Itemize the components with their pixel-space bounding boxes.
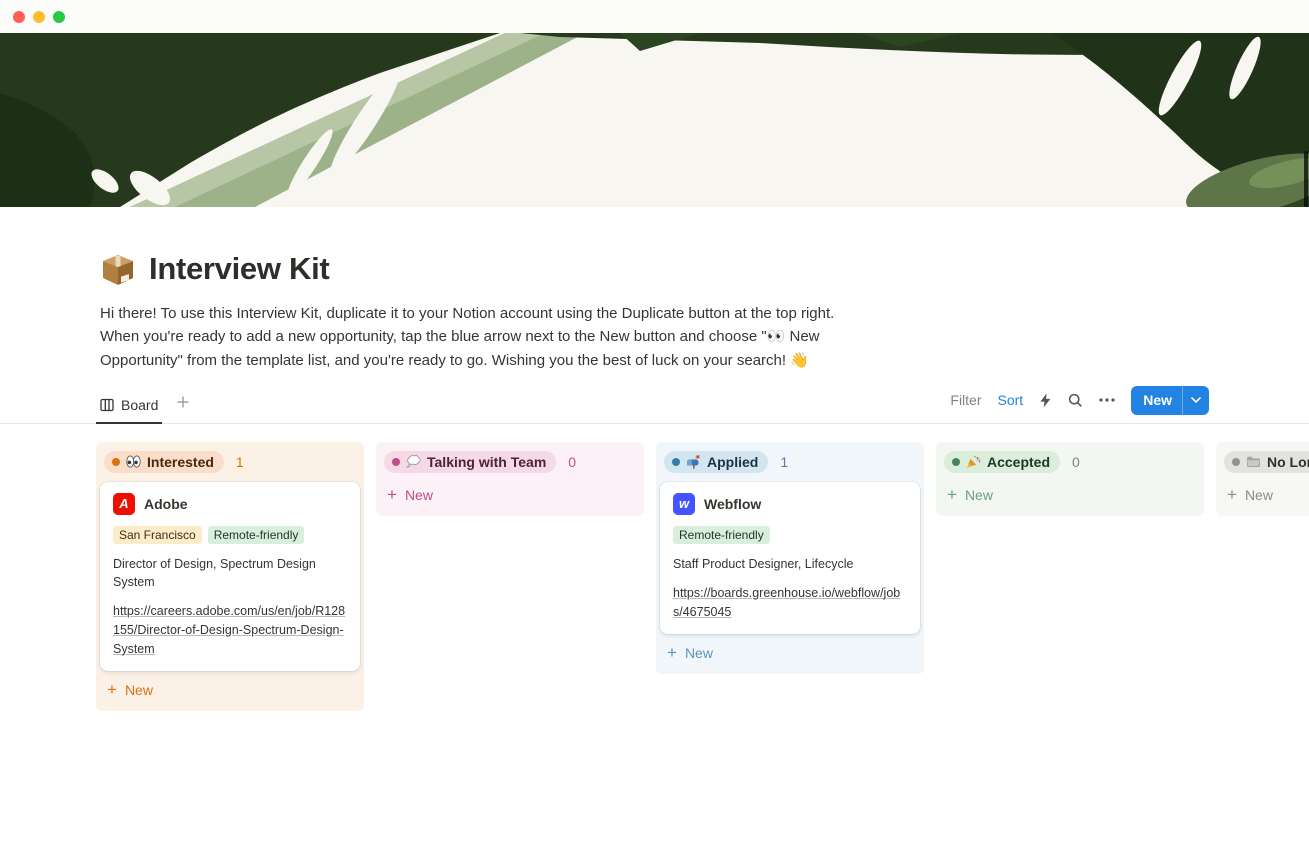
add-card-label: New (685, 645, 713, 661)
minimize-window-button[interactable] (33, 11, 45, 23)
filter-button[interactable]: Filter (950, 392, 981, 408)
column-label: No Lon (1267, 454, 1309, 470)
column-header: Talking with Team 0 (376, 442, 644, 478)
close-window-button[interactable] (13, 11, 25, 23)
column-count: 1 (780, 454, 788, 470)
tag: San Francisco (113, 526, 202, 544)
status-dot (1232, 458, 1240, 466)
column-status-pill[interactable]: Applied (664, 451, 768, 473)
opportunity-card[interactable]: A Adobe San Francisco Remote-friendly Direct… (100, 482, 360, 672)
status-dot (672, 458, 680, 466)
opportunity-card[interactable]: w Webflow Remote-friendly Staff Product Des… (660, 482, 920, 635)
add-card-label: New (965, 487, 993, 503)
plus-icon: + (947, 486, 957, 503)
column-status-pill[interactable]: Talking with Team (384, 451, 556, 473)
company-logo-icon: A (113, 493, 135, 515)
leaf-cover-graphic (0, 33, 1309, 207)
add-card-button[interactable]: + New (936, 478, 1204, 514)
tag: Remote-friendly (673, 526, 770, 544)
column-label: Talking with Team (427, 454, 546, 470)
page-cover-image (0, 33, 1309, 207)
automation-bolt-icon[interactable] (1039, 393, 1052, 408)
column-status-pill[interactable]: Accepted (944, 451, 1060, 473)
column-header: Accepted 0 (936, 442, 1204, 478)
tag-list: San Francisco Remote-friendly (113, 526, 347, 544)
board: Interested 1 A Adobe San Francisco Remote-fri… (0, 442, 1309, 712)
status-dot (112, 458, 120, 466)
column-header: No Lon (1216, 442, 1309, 478)
add-card-button[interactable]: + New (96, 673, 364, 709)
plus-icon: + (667, 644, 677, 661)
board-column: Applied 1 w Webflow Remote-friendly Staff Pro… (656, 442, 924, 675)
scrollbar-thumb[interactable] (1304, 151, 1308, 207)
job-posting-link[interactable]: https://boards.greenhouse.io/webflow/job… (673, 584, 907, 622)
add-card-button[interactable]: + New (376, 478, 644, 514)
add-card-button[interactable]: + New (1216, 478, 1309, 514)
page-title: Interview Kit (149, 251, 329, 287)
card-list: w Webflow Remote-friendly Staff Product Des… (656, 478, 924, 637)
column-count: 0 (568, 454, 576, 470)
new-button[interactable]: New (1131, 386, 1182, 415)
board-column: Interested 1 A Adobe San Francisco Remote-fri… (96, 442, 364, 712)
board-column: No Lon + New (1216, 442, 1309, 516)
window-titlebar (0, 0, 1309, 33)
role-text: Director of Design, Spectrum Design Syst… (113, 555, 347, 591)
tag-list: Remote-friendly (673, 526, 907, 544)
party-emoji-icon (966, 455, 981, 469)
column-count: 0 (1072, 454, 1080, 470)
column-status-pill[interactable]: Interested (104, 451, 224, 473)
plus-icon: + (387, 486, 397, 503)
column-header: Applied 1 (656, 442, 924, 478)
more-options-icon[interactable] (1099, 398, 1115, 402)
view-bar: Board Filter Sort New (0, 386, 1309, 424)
plus-icon: + (107, 681, 117, 698)
add-card-button[interactable]: + New (656, 636, 924, 672)
folder-emoji-icon (1246, 455, 1261, 468)
tab-board[interactable]: Board (96, 390, 162, 424)
add-card-label: New (405, 487, 433, 503)
column-count: 1 (236, 454, 244, 470)
page-description: Hi there! To use this Interview Kit, dup… (100, 302, 868, 372)
add-card-label: New (1245, 487, 1273, 503)
board-column: Talking with Team 0 + New (376, 442, 644, 516)
board-view-icon (100, 398, 114, 412)
column-header: Interested 1 (96, 442, 364, 478)
mailbox-emoji-icon (686, 455, 701, 469)
column-status-pill[interactable]: No Lon (1224, 451, 1309, 473)
column-label: Interested (147, 454, 214, 470)
card-list: A Adobe San Francisco Remote-friendly Direct… (96, 478, 364, 674)
role-text: Staff Product Designer, Lifecycle (673, 555, 907, 573)
board-column: Accepted 0 + New (936, 442, 1204, 516)
new-button-group: New (1131, 386, 1209, 415)
company-logo-icon: w (673, 493, 695, 515)
zoom-window-button[interactable] (53, 11, 65, 23)
company-name: Adobe (144, 496, 188, 512)
job-posting-link[interactable]: https://careers.adobe.com/us/en/job/R128… (113, 602, 347, 658)
add-view-button[interactable] (172, 395, 194, 417)
status-dot (952, 458, 960, 466)
new-button-dropdown[interactable] (1182, 386, 1209, 415)
column-label: Applied (707, 454, 758, 470)
search-icon[interactable] (1068, 393, 1083, 408)
company-name: Webflow (704, 496, 761, 512)
plus-icon: + (1227, 486, 1237, 503)
tab-board-label: Board (121, 397, 158, 413)
sort-button[interactable]: Sort (998, 392, 1024, 408)
eyes-emoji-icon (126, 455, 141, 468)
tag: Remote-friendly (208, 526, 305, 544)
add-card-label: New (125, 682, 153, 698)
column-label: Accepted (987, 454, 1050, 470)
thought-emoji-icon (406, 455, 421, 468)
package-emoji-icon[interactable] (100, 251, 136, 287)
status-dot (392, 458, 400, 466)
